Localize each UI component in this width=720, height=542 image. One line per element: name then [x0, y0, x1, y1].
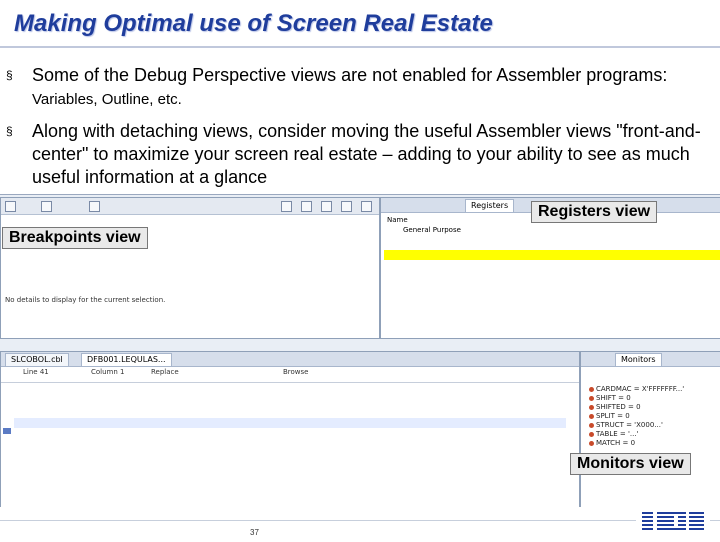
- title-divider: [0, 46, 720, 48]
- register-row[interactable]: [384, 260, 720, 271]
- current-line-arrow-icon: [3, 428, 11, 434]
- minimize-icon[interactable]: [361, 201, 372, 212]
- register-row[interactable]: [384, 282, 720, 293]
- slide-title: Making Optimal use of Screen Real Estate: [14, 10, 493, 37]
- monitor-row[interactable]: CARDMAC = X'FFFFFFF...': [588, 385, 720, 394]
- editor-ruler-line: [1, 382, 579, 383]
- debug-icon[interactable]: [5, 201, 16, 212]
- editor-line[interactable]: [14, 428, 566, 438]
- skip-icon[interactable]: [281, 201, 292, 212]
- monitor-row[interactable]: TABLE = '...': [588, 430, 720, 439]
- bullet-1-main: Some of the Debug Perspective views are …: [32, 65, 668, 85]
- ibm-logo-graphic: [636, 507, 710, 537]
- footer-divider: [0, 520, 720, 521]
- editor-tabstrip: SLCOBOL.cbl DFB001.LEQULAS...: [1, 352, 579, 367]
- monitor-row[interactable]: MATCH = 0: [588, 439, 720, 448]
- editor-line[interactable]: [14, 438, 566, 448]
- monitor-row[interactable]: STRUCT = 'X000...': [588, 421, 720, 430]
- editor-line[interactable]: [14, 407, 566, 417]
- callout-breakpoints-view: Breakpoints view: [2, 227, 148, 249]
- bullet-1-text: Some of the Debug Perspective views are …: [32, 64, 720, 111]
- view-menu-icon[interactable]: [341, 201, 352, 212]
- register-row[interactable]: [384, 271, 720, 282]
- monitor-row[interactable]: SHIFT = 0: [588, 394, 720, 403]
- bullet-marker: §: [6, 124, 13, 138]
- register-row[interactable]: [384, 239, 720, 250]
- register-row-highlighted[interactable]: [384, 249, 720, 261]
- tab-monitors[interactable]: Monitors: [615, 353, 662, 366]
- register-row[interactable]: [384, 292, 720, 303]
- editor-line[interactable]: [14, 458, 566, 468]
- editor-line-indicator: Line 41: [23, 368, 49, 376]
- callout-registers-view: Registers view: [531, 201, 658, 223]
- tab-registers[interactable]: Registers: [465, 199, 515, 212]
- registers-column-name: Name: [387, 216, 408, 224]
- monitor-row[interactable]: SPLIT = 0: [588, 412, 720, 421]
- editor-line[interactable]: [14, 469, 566, 479]
- bullet-marker: §: [6, 68, 13, 82]
- breakpoints-tab-icon[interactable]: [41, 201, 52, 212]
- bullet-1-small: Variables, Outline, etc.: [32, 91, 182, 108]
- page-number: 37: [250, 528, 259, 537]
- tab-editor-1[interactable]: SLCOBOL.cbl: [5, 353, 69, 366]
- collapse-icon[interactable]: [301, 201, 312, 212]
- editor-line[interactable]: [14, 448, 566, 458]
- callout-monitors-view: Monitors view: [570, 453, 691, 475]
- register-row[interactable]: [384, 303, 720, 314]
- editor-line[interactable]: [14, 489, 566, 499]
- registers-group: General Purpose: [403, 226, 461, 234]
- monitor-row[interactable]: SHIFTED = 0: [588, 403, 720, 412]
- editor-line[interactable]: [14, 479, 566, 489]
- editor-column-indicator: Column 1: [91, 368, 125, 376]
- debug-detail-message: No details to display for the current se…: [5, 296, 166, 304]
- ide-screenshot: No details to display for the current se…: [0, 194, 720, 507]
- debug-view-pane: No details to display for the current se…: [0, 197, 380, 339]
- monitors-tabstrip: Monitors: [581, 352, 720, 367]
- editor-line[interactable]: [14, 397, 566, 407]
- register-row[interactable]: [384, 314, 720, 325]
- editor-lines: [14, 387, 566, 499]
- editor-line-current[interactable]: [14, 417, 566, 428]
- debug-toolbar: [1, 198, 379, 215]
- editor-ruler-bar: Line 41 Column 1 Replace Browse: [15, 368, 575, 378]
- ibm-logo: [636, 507, 710, 537]
- expressions-tab-icon[interactable]: [89, 201, 100, 212]
- editor-line[interactable]: [14, 387, 566, 397]
- link-icon[interactable]: [321, 201, 332, 212]
- monitors-list: CARDMAC = X'FFFFFFF...' SHIFT = 0 SHIFTE…: [588, 385, 720, 448]
- tab-editor-2[interactable]: DFB001.LEQULAS...: [81, 353, 172, 366]
- editor-mode-browse: Browse: [283, 368, 309, 376]
- registers-table: [384, 239, 720, 325]
- editor-mode-replace: Replace: [151, 368, 179, 376]
- bullet-2-text: Along with detaching views, consider mov…: [32, 121, 701, 187]
